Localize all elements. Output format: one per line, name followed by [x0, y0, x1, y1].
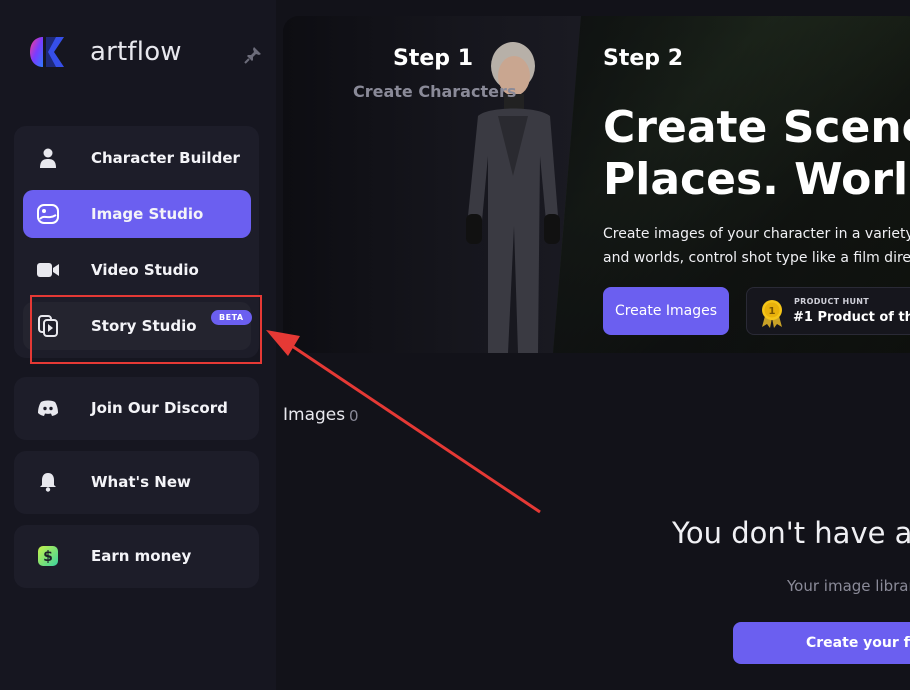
step2-title: Step 2	[603, 46, 683, 71]
discord-label: Join Our Discord	[91, 399, 228, 417]
whats-new-label: What's New	[91, 473, 191, 491]
hero-banner: Step 1 Create Characters Step 2 Create S…	[283, 16, 910, 353]
product-hunt-label: PRODUCT HUNT	[794, 297, 870, 306]
headline-line-1: Create Scenes	[603, 102, 910, 153]
logo-text: artflow	[90, 37, 182, 67]
images-count: 0	[349, 407, 359, 425]
create-first-image-button[interactable]: Create your firs	[733, 622, 910, 664]
create-images-button[interactable]: Create Images	[603, 287, 729, 335]
artflow-logo-icon	[30, 37, 64, 67]
person-icon	[37, 147, 59, 169]
earn-money-link[interactable]: $ Earn money	[14, 525, 259, 588]
empty-state-title: You don't have ar	[672, 516, 910, 550]
empty-state-subtitle: Your image librar	[787, 577, 910, 595]
headline-line-2: Places. Worlds	[603, 154, 910, 205]
video-camera-icon	[37, 259, 59, 281]
whats-new-link[interactable]: What's New	[14, 451, 259, 514]
sidebar-item-image-studio[interactable]: Image Studio	[23, 190, 251, 238]
sidebar-item-label: Character Builder	[91, 149, 240, 167]
product-hunt-badge[interactable]: 1 PRODUCT HUNT #1 Product of the	[746, 287, 910, 335]
hero-headline: Create Scenes Places. Worlds	[603, 102, 910, 206]
sidebar-item-label: Video Studio	[91, 261, 199, 279]
logo[interactable]: artflow	[26, 34, 182, 70]
step1-subtitle: Create Characters	[353, 82, 517, 101]
discord-link[interactable]: Join Our Discord	[14, 377, 259, 440]
story-studio-highlight-box	[30, 295, 262, 364]
earn-money-label: Earn money	[91, 547, 192, 565]
image-studio-icon	[37, 203, 59, 225]
bell-icon	[37, 471, 59, 493]
product-hunt-rank: #1 Product of the	[793, 310, 910, 325]
images-section-title: Images	[283, 405, 346, 425]
money-icon: $	[37, 545, 59, 567]
svg-text:$: $	[43, 549, 53, 565]
medal-number: 1	[769, 306, 776, 317]
sidebar-item-character-builder[interactable]: Character Builder	[23, 134, 251, 182]
hero-description: Create images of your character in a var…	[603, 222, 910, 270]
discord-icon	[37, 397, 59, 419]
desc-line-1: Create images of your character in a var…	[603, 226, 910, 242]
sidebar-item-label: Image Studio	[91, 205, 204, 223]
pin-icon[interactable]	[244, 46, 262, 64]
medal-icon: 1	[762, 300, 782, 328]
step1-title: Step 1	[393, 46, 473, 71]
desc-line-2: and worlds, control shot type like a fil…	[603, 250, 910, 266]
sidebar-item-video-studio[interactable]: Video Studio	[23, 246, 251, 294]
